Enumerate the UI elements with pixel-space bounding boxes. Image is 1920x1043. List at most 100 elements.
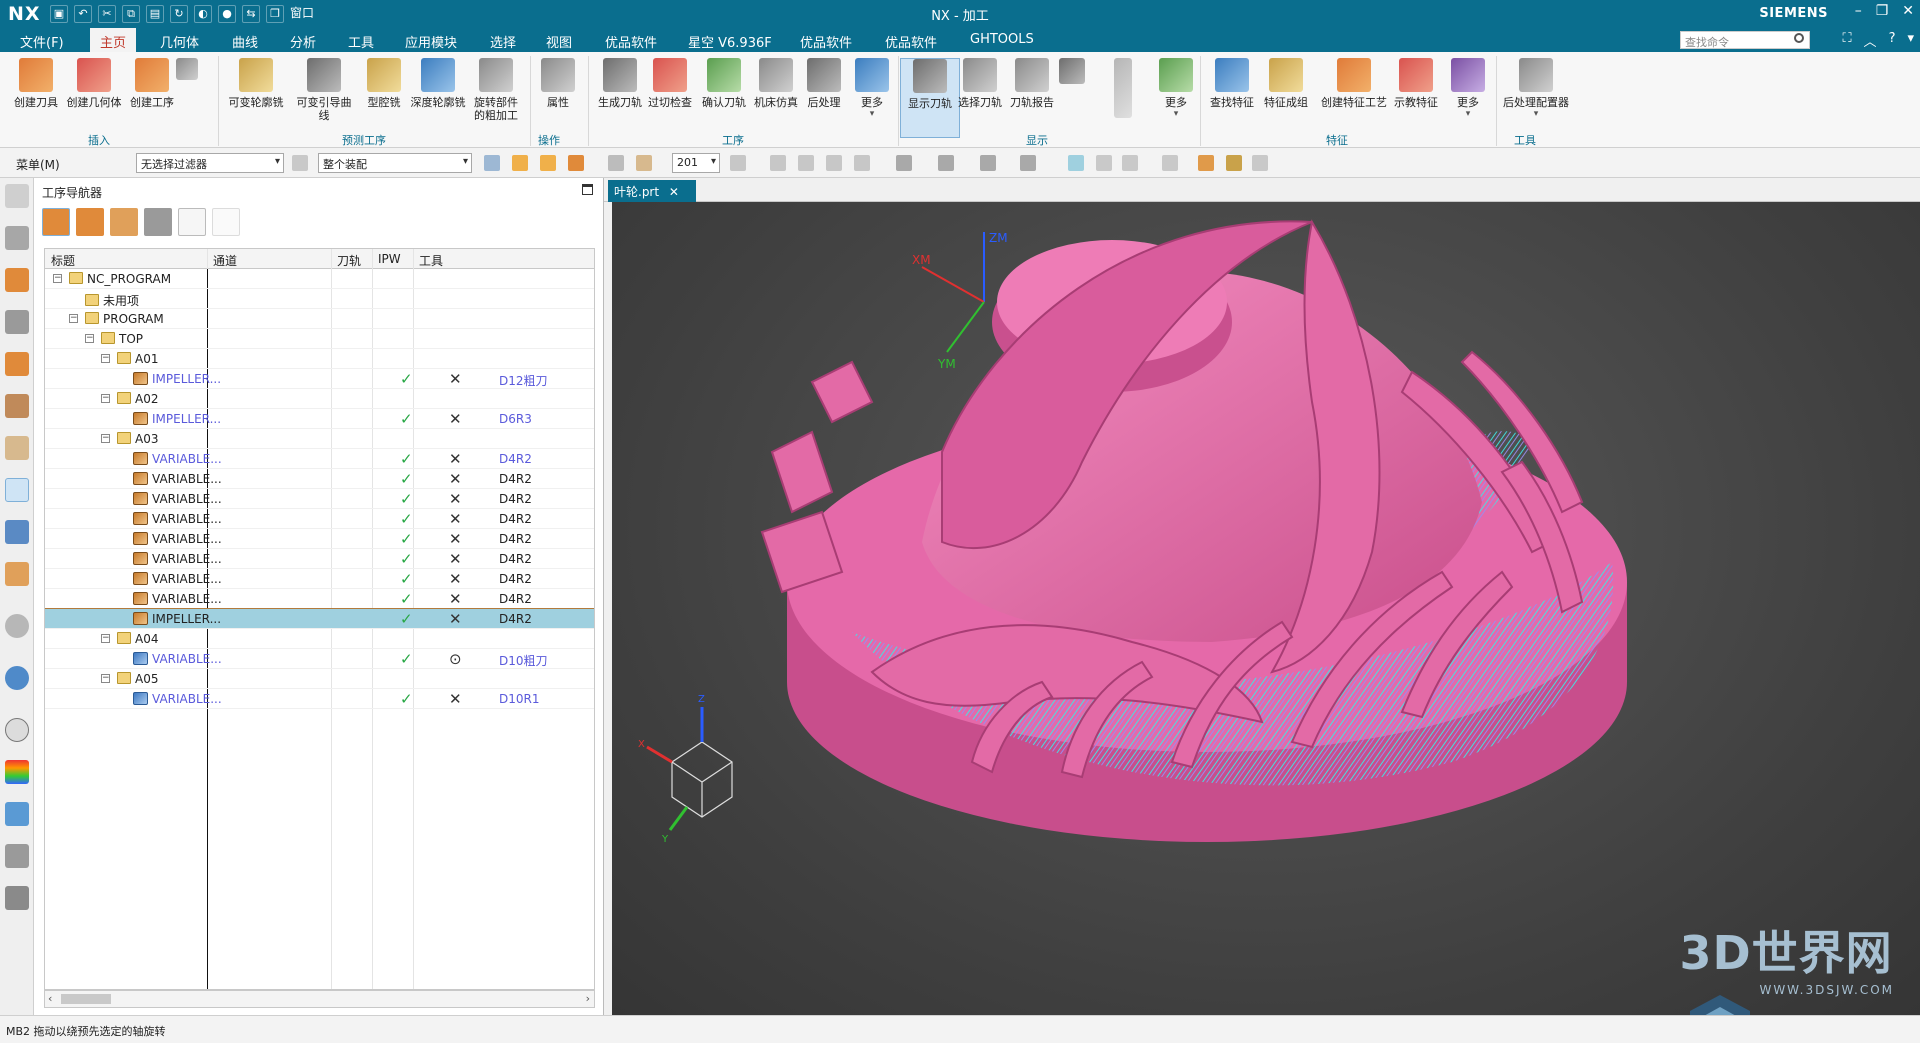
info-icon[interactable]	[5, 614, 29, 638]
layer-select[interactable]: 201	[672, 153, 720, 173]
fit-icon[interactable]	[770, 155, 786, 171]
filter-icon[interactable]	[292, 155, 308, 171]
roles-icon[interactable]	[5, 886, 29, 910]
view-cube-icon[interactable]	[608, 155, 624, 171]
table-row[interactable]: − PROGRAM	[45, 309, 594, 329]
scroll-right-icon[interactable]: ›	[586, 992, 590, 1005]
dropdown-icon[interactable]: ▾	[1907, 31, 1914, 50]
process-studio-icon[interactable]	[5, 802, 29, 826]
section-icon[interactable]	[1020, 155, 1036, 171]
selection-filter-select[interactable]: 无选择过滤器	[136, 153, 284, 173]
maximize-icon[interactable]	[582, 184, 593, 195]
col-title[interactable]: 标题	[51, 252, 75, 269]
create-geometry-button[interactable]: 创建几何体	[62, 58, 126, 109]
col-tool[interactable]: 工具	[419, 252, 443, 269]
menu-applications[interactable]: 应用模块	[405, 32, 457, 51]
table-row[interactable]: 未用项	[45, 289, 594, 309]
close-icon[interactable]: ✕	[1902, 3, 1914, 19]
delete-icon[interactable]	[212, 208, 240, 236]
table-row[interactable]: VARIABLE... ✓ ✕ D4R2	[45, 589, 594, 609]
table-row[interactable]: IMPELLER... ✓ ✕ D12粗刀	[45, 369, 594, 389]
minimize-icon[interactable]: –	[1855, 3, 1862, 19]
collapse-toggle-icon[interactable]: −	[101, 634, 110, 643]
collapse-ribbon-icon[interactable]: ︿	[1864, 31, 1877, 50]
table-row[interactable]: − TOP	[45, 329, 594, 349]
close-tab-icon[interactable]: ✕	[669, 185, 679, 199]
table-row[interactable]: − A04	[45, 629, 594, 649]
post-configurator-button[interactable]: 后处理配置器 ▾	[1496, 58, 1576, 119]
insert-more-button[interactable]	[170, 58, 204, 80]
render-style-icon[interactable]	[938, 155, 954, 171]
zoom-icon[interactable]	[798, 155, 814, 171]
menu-plugin-3[interactable]: 优品软件	[885, 32, 937, 51]
properties-button[interactable]: 属性	[526, 58, 590, 109]
part-nav-icon[interactable]	[5, 310, 29, 334]
table-row[interactable]: VARIABLE... ✓ ✕ D4R2	[45, 529, 594, 549]
graphics-window[interactable]: ZM XM YM X Y Z 3D世界网 WWW.3DSJW.COM	[612, 202, 1920, 1015]
show-hide-icon[interactable]	[1068, 155, 1084, 171]
table-row[interactable]: − A01	[45, 349, 594, 369]
procedure-more-button[interactable]: 更多 ▾	[840, 58, 904, 119]
color-palette-icon[interactable]	[5, 760, 29, 784]
create-tool-button[interactable]: 创建刀具	[4, 58, 68, 109]
table-row[interactable]: VARIABLE... ✓ ✕ D4R2	[45, 509, 594, 529]
menu-plugin-xingkong[interactable]: 星空 V6.936F	[688, 32, 772, 51]
variable-contour-button[interactable]: 可变轮廓铣	[224, 58, 288, 109]
web-browser-icon[interactable]	[5, 666, 29, 690]
layer-icon[interactable]	[636, 155, 652, 171]
settings-icon[interactable]	[5, 184, 29, 208]
work-layer-icon[interactable]	[1162, 155, 1178, 171]
table-row[interactable]: VARIABLE... ✓ ✕ D10R1	[45, 689, 594, 709]
menu-dropdown[interactable]: 菜单(M)	[16, 156, 60, 173]
menu-tools[interactable]: 工具	[348, 32, 374, 51]
display-opt-button[interactable]	[1056, 58, 1088, 84]
table-row[interactable]: − A02	[45, 389, 594, 409]
method-view-icon[interactable]	[144, 208, 172, 236]
table-row[interactable]: VARIABLE... ✓ ✕ D4R2	[45, 469, 594, 489]
variable-guide-curve-button[interactable]: 可变引导曲线	[292, 58, 356, 122]
menu-home[interactable]: 主页	[90, 28, 137, 52]
operation-nav-icon[interactable]	[5, 478, 29, 502]
menu-geometry[interactable]: 几何体	[160, 32, 199, 51]
table-row[interactable]: − A03	[45, 429, 594, 449]
measure-icon[interactable]	[1198, 155, 1214, 171]
machine-nav-icon[interactable]	[5, 394, 29, 418]
program-order-view-icon[interactable]	[42, 208, 70, 236]
table-row[interactable]: VARIABLE... ✓ ⊙ D10粗刀	[45, 649, 594, 669]
zlevel-profile-button[interactable]: 深度轮廓铣	[406, 58, 470, 109]
help-icon[interactable]: ?	[1889, 31, 1896, 50]
feature-more-button[interactable]: 更多 ▾	[1436, 58, 1500, 119]
collapse-toggle-icon[interactable]: −	[101, 354, 110, 363]
table-row[interactable]: VARIABLE... ✓ ✕ D4R2	[45, 489, 594, 509]
expand-all-icon[interactable]	[178, 208, 206, 236]
menu-plugin-1[interactable]: 优品软件	[605, 32, 657, 51]
collapse-toggle-icon[interactable]: −	[85, 334, 94, 343]
collapse-toggle-icon[interactable]: −	[53, 274, 62, 283]
history-icon[interactable]	[5, 718, 29, 742]
table-row[interactable]: VARIABLE... ✓ ✕ D4R2	[45, 449, 594, 469]
table-row[interactable]: − A05	[45, 669, 594, 689]
snap-end-icon[interactable]	[540, 155, 556, 171]
grid-icon[interactable]	[730, 155, 746, 171]
geometry-view-icon[interactable]	[110, 208, 138, 236]
menu-view[interactable]: 视图	[546, 32, 572, 51]
display-more-button[interactable]: 更多 ▾	[1144, 58, 1208, 119]
menu-curve[interactable]: 曲线	[232, 32, 258, 51]
machine-tool-view-icon[interactable]	[76, 208, 104, 236]
display-arrows-button[interactable]	[1108, 58, 1138, 118]
hide-icon[interactable]	[1122, 155, 1138, 171]
pan-icon[interactable]	[826, 155, 842, 171]
table-row[interactable]: − NC_PROGRAM	[45, 269, 594, 289]
eye-icon[interactable]	[1096, 155, 1112, 171]
snap-point-icon[interactable]	[512, 155, 528, 171]
toolpath-report-button[interactable]: 刀轨报告	[1000, 58, 1064, 109]
ruler-icon[interactable]	[1252, 155, 1268, 171]
table-row[interactable]: IMPELLER... ✓ ✕ D6R3	[45, 409, 594, 429]
scroll-thumb[interactable]	[61, 994, 111, 1004]
tool-library-icon[interactable]	[5, 562, 29, 586]
table-row[interactable]: VARIABLE... ✓ ✕ D4R2	[45, 569, 594, 589]
tools-icon[interactable]	[5, 844, 29, 868]
restore-icon[interactable]: ❐	[1876, 3, 1889, 19]
collapse-toggle-icon[interactable]: −	[69, 314, 78, 323]
rotate-icon[interactable]	[854, 155, 870, 171]
